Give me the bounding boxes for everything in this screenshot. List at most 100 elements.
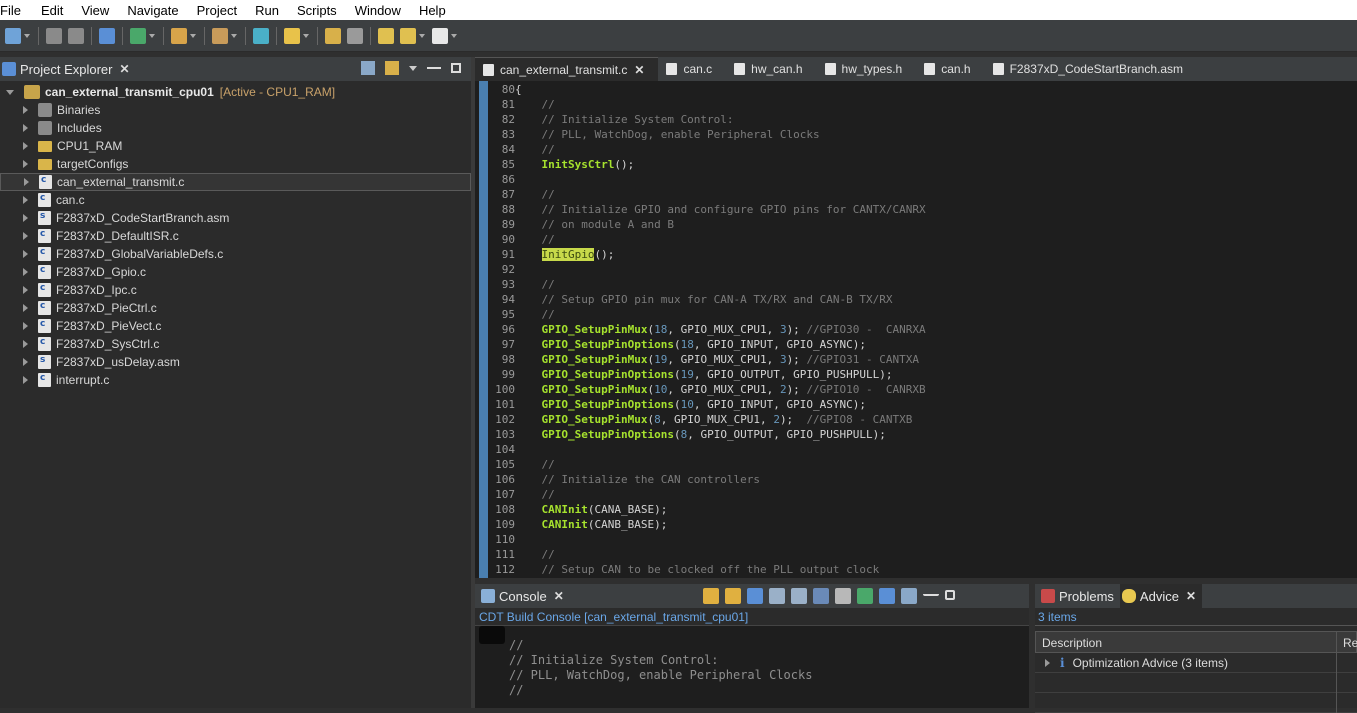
tab-problems[interactable]: Problems — [1035, 584, 1120, 608]
tree-item[interactable]: can_external_transmit.c — [0, 173, 471, 191]
expand-arrow-icon[interactable] — [23, 142, 28, 150]
close-icon[interactable]: ✕ — [1186, 589, 1196, 603]
editor-tab[interactable]: can.c — [658, 57, 726, 81]
editor-tab[interactable]: hw_can.h — [726, 57, 816, 81]
expand-arrow-icon[interactable] — [23, 376, 28, 384]
expand-arrow-icon[interactable] — [23, 304, 28, 312]
collapse-arrow-icon[interactable] — [6, 89, 14, 95]
expand-arrow-icon[interactable] — [23, 250, 28, 258]
open-type-icon[interactable] — [325, 27, 341, 44]
tree-item[interactable]: F2837xD_PieVect.c — [0, 317, 471, 335]
expand-arrow-icon[interactable] — [23, 268, 28, 276]
tree-item[interactable]: F2837xD_PieCtrl.c — [0, 299, 471, 317]
pen-icon[interactable] — [284, 27, 300, 44]
clear-console-icon[interactable] — [835, 588, 851, 604]
hammer-icon[interactable] — [212, 27, 228, 44]
code-token: 10 — [680, 398, 694, 411]
display-console-icon[interactable] — [879, 588, 895, 604]
maximize-icon[interactable] — [451, 63, 461, 73]
expand-arrow-icon[interactable] — [23, 124, 28, 132]
new-icon[interactable] — [5, 27, 21, 44]
open-console-icon[interactable] — [901, 588, 917, 604]
last-edit-icon[interactable] — [378, 27, 394, 44]
link-editor-icon[interactable] — [385, 61, 399, 75]
tree-item[interactable]: interrupt.c — [0, 371, 471, 389]
menu-edit[interactable]: Edit — [33, 3, 73, 18]
expand-arrow-icon[interactable] — [23, 322, 28, 330]
pin-console-icon[interactable] — [857, 588, 873, 604]
code-text: // on module A and B — [515, 217, 673, 232]
code-text: // Setup GPIO pin mux for CAN-A TX/RX an… — [515, 292, 892, 307]
expand-arrow-icon[interactable] — [23, 106, 28, 114]
menu-help[interactable]: Help — [411, 3, 456, 18]
code-token: 8 — [654, 413, 661, 426]
menu-project[interactable]: Project — [189, 3, 247, 18]
menu-window[interactable]: Window — [347, 3, 411, 18]
tree-item[interactable]: targetConfigs — [0, 155, 471, 173]
forward-arrow-icon[interactable] — [432, 27, 448, 44]
expand-arrow-icon[interactable] — [23, 196, 28, 204]
tree-item[interactable]: F2837xD_DefaultISR.c — [0, 227, 471, 245]
tree-item[interactable]: F2837xD_SysCtrl.c — [0, 335, 471, 353]
maximize-icon[interactable] — [945, 590, 955, 600]
tree-item[interactable]: CPU1_RAM — [0, 137, 471, 155]
expand-arrow-icon[interactable] — [24, 178, 29, 186]
tree-item[interactable]: Binaries — [0, 101, 471, 119]
expand-arrow-icon[interactable] — [23, 214, 28, 222]
table-row[interactable]: i Optimization Advice (3 items) — [1035, 653, 1357, 673]
open-resource-icon[interactable] — [347, 27, 363, 44]
close-icon[interactable]: ✕ — [634, 63, 644, 77]
folder-icon — [38, 140, 52, 152]
close-icon[interactable]: ✕ — [119, 62, 129, 76]
collapse-all-icon[interactable] — [361, 61, 375, 75]
close-icon[interactable]: ✕ — [554, 589, 564, 603]
console-output[interactable]: //// Initialize System Control:// PLL, W… — [475, 626, 1029, 708]
terminal-icon[interactable] — [99, 27, 115, 44]
tab-project-explorer[interactable]: Project Explorer ✕ — [0, 57, 136, 81]
editor-tab[interactable]: can.h — [916, 57, 984, 81]
editor-tab[interactable]: can_external_transmit.c ✕ — [475, 57, 659, 81]
tree-item[interactable]: can.c — [0, 191, 471, 209]
tree-item[interactable]: F2837xD_usDelay.asm — [0, 353, 471, 371]
scroll-down-icon[interactable] — [703, 588, 719, 604]
minimize-icon[interactable] — [427, 61, 441, 69]
tab-console[interactable]: Console ✕ — [475, 584, 570, 608]
paste-icon[interactable] — [791, 588, 807, 604]
expand-arrow-icon[interactable] — [23, 286, 28, 294]
expand-arrow-icon[interactable] — [23, 358, 28, 366]
view-menu-icon[interactable] — [409, 66, 417, 71]
code-editor[interactable]: 80{81 //82 // Initialize System Control:… — [475, 81, 1357, 578]
scroll-lock-icon[interactable] — [747, 588, 763, 604]
menu-run[interactable]: Run — [247, 3, 289, 18]
tree-item[interactable]: F2837xD_Ipc.c — [0, 281, 471, 299]
code-token: //GPIO8 - CANTXB — [806, 413, 913, 426]
menu-view[interactable]: View — [73, 3, 119, 18]
expand-arrow-icon[interactable] — [1045, 658, 1050, 667]
tab-advice[interactable]: Advice ✕ — [1119, 584, 1203, 608]
tree-project-root[interactable]: can_external_transmit_cpu01 [Active - CP… — [0, 83, 471, 101]
expand-arrow-icon[interactable] — [23, 232, 28, 240]
refresh-icon[interactable] — [253, 27, 269, 44]
column-resource[interactable]: Re — [1336, 632, 1357, 654]
menu-navigate[interactable]: Navigate — [119, 3, 188, 18]
scroll-up-icon[interactable] — [725, 588, 741, 604]
tree-item[interactable]: Includes — [0, 119, 471, 137]
editor-tab[interactable]: F2837xD_CodeStartBranch.asm — [985, 57, 1197, 81]
save-all-icon[interactable] — [68, 27, 84, 44]
tree-item[interactable]: F2837xD_CodeStartBranch.asm — [0, 209, 471, 227]
save-icon[interactable] — [46, 27, 62, 44]
tree-item[interactable]: F2837xD_GlobalVariableDefs.c — [0, 245, 471, 263]
column-description[interactable]: Description — [1042, 636, 1102, 650]
word-wrap-icon[interactable] — [813, 588, 829, 604]
expand-arrow-icon[interactable] — [23, 340, 28, 348]
back-arrow-icon[interactable] — [400, 27, 416, 44]
minimize-icon[interactable] — [923, 588, 939, 596]
menu-scripts[interactable]: Scripts — [289, 3, 347, 18]
debug-icon[interactable] — [171, 27, 187, 44]
expand-arrow-icon[interactable] — [23, 160, 28, 168]
tree-item[interactable]: F2837xD_Gpio.c — [0, 263, 471, 281]
menu-file[interactable]: File — [0, 3, 33, 18]
copy-icon[interactable] — [769, 588, 785, 604]
build-icon[interactable] — [130, 27, 146, 44]
editor-tab[interactable]: hw_types.h — [817, 57, 917, 81]
